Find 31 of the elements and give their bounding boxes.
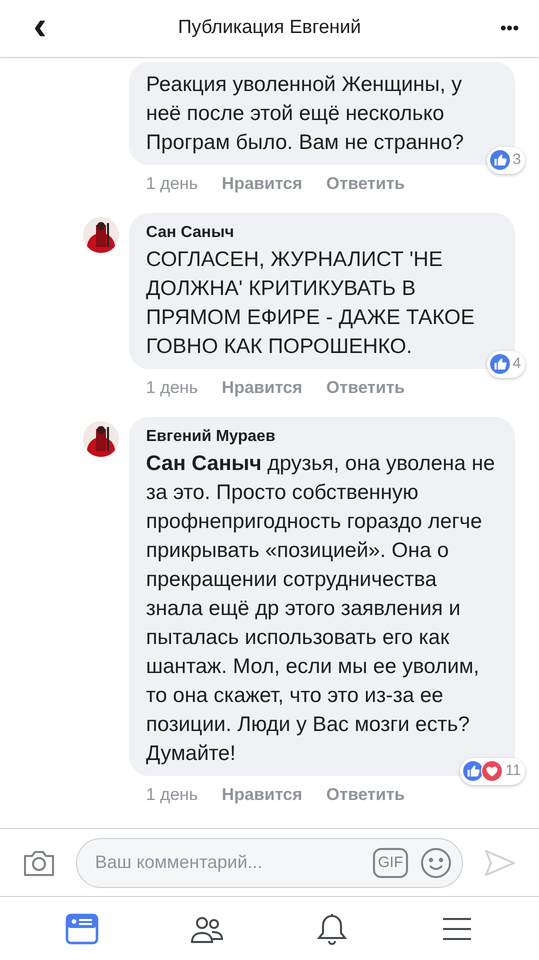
comment-text: Реакция уволенной Женщины, у неё после этой ещё несколько Програм было. Вам не странно? bbox=[146, 72, 465, 156]
reply-link[interactable]: Ответить bbox=[326, 782, 405, 808]
more-button[interactable]: ••• bbox=[479, 15, 519, 42]
thumbs-up-icon bbox=[488, 353, 511, 376]
smiley-icon[interactable] bbox=[420, 846, 452, 878]
reply-link[interactable]: Ответить bbox=[326, 171, 405, 197]
comment-text: СОГЛАСЕН, ЖУРНАЛИСТ 'НЕ ДОЛЖНА' КРИТИКУВАТЬ В ПРЯМОМ ЕФИРЕ - ДАЖЕ ТАКОЕ ГОВНО КАК ПОРОШЕНКО. bbox=[146, 247, 476, 360]
comment-time: 1 день bbox=[146, 377, 198, 400]
comment-time: 1 день bbox=[146, 784, 198, 806]
like-link[interactable]: Нравится bbox=[222, 171, 302, 197]
reaction-count: 11 bbox=[505, 761, 521, 781]
like-link[interactable]: Нравится bbox=[222, 782, 302, 808]
header-title: Публикация Евгений bbox=[176, 16, 362, 40]
bell-icon bbox=[314, 912, 349, 946]
back-button[interactable]: ‹ bbox=[20, 6, 60, 46]
author-name[interactable]: Сан Саныч bbox=[146, 221, 498, 245]
reaction-count: 3 bbox=[512, 150, 521, 170]
reaction-badge[interactable]: 11 bbox=[460, 758, 525, 784]
reaction-badge[interactable]: 4 bbox=[486, 351, 525, 378]
reaction-badge[interactable]: 3 bbox=[486, 147, 525, 174]
comment-input[interactable]: Ваш комментарий... bbox=[95, 849, 361, 876]
reply-link[interactable]: Ответить bbox=[326, 375, 405, 401]
gif-button[interactable]: GIF bbox=[373, 848, 408, 878]
comment-time: 1 день bbox=[146, 173, 198, 196]
comment-field[interactable]: Ваш комментарий... GIF bbox=[76, 838, 463, 888]
news-feed-icon bbox=[65, 912, 100, 946]
reaction-count: 4 bbox=[512, 354, 521, 374]
like-link[interactable]: Нравится bbox=[222, 375, 302, 401]
author-name[interactable]: Евгений Мураев bbox=[146, 425, 498, 449]
thumbs-up-icon bbox=[488, 149, 511, 172]
thumbs-up-icon bbox=[462, 760, 484, 782]
